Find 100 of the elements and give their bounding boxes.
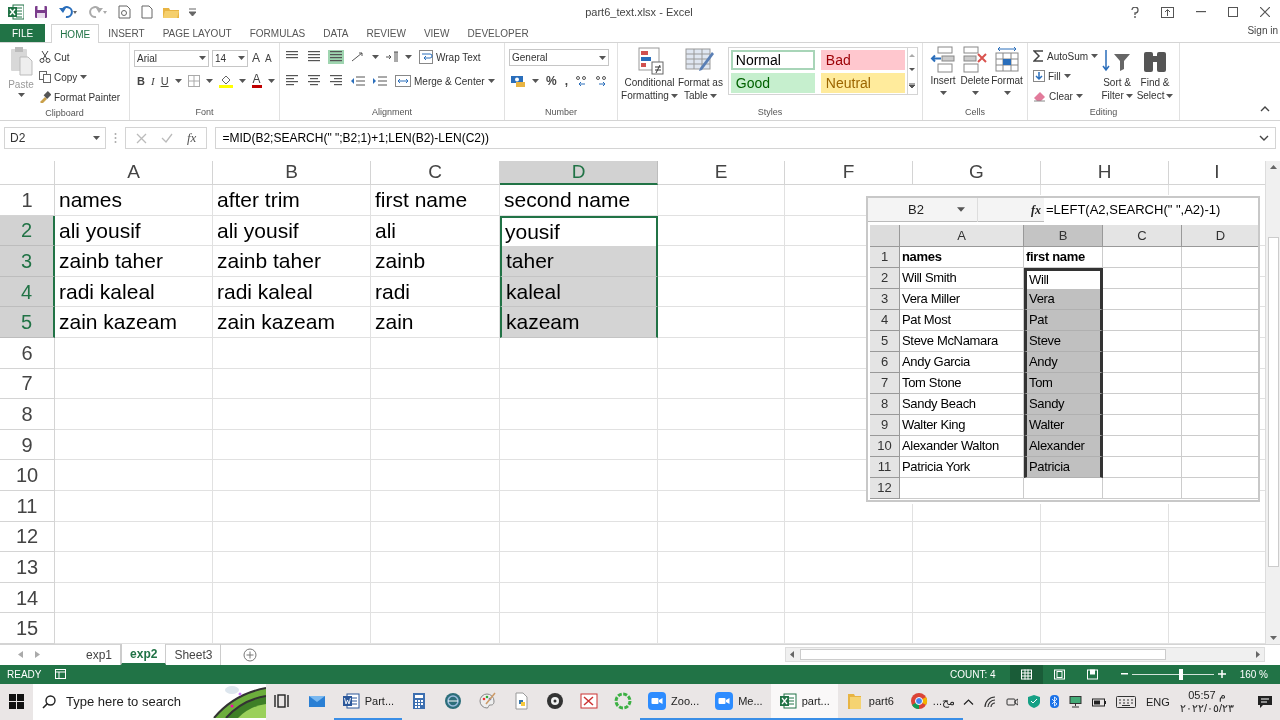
zoom-in-icon[interactable] [1217,670,1226,679]
row-header[interactable]: 6 [0,337,55,369]
redo-icon[interactable] [88,5,108,19]
italic-button[interactable]: I [150,73,155,90]
conditional-formatting-button[interactable]: Conditional Formatting [622,46,677,106]
taskbar-app[interactable]: part6 [837,683,902,720]
empty-cell[interactable] [1041,503,1169,522]
empty-cell[interactable] [500,399,658,430]
print-preview-icon[interactable] [118,5,131,19]
underline-button[interactable]: U [160,73,169,90]
autosum-button[interactable]: AutoSum [1032,46,1100,66]
clear-button[interactable]: Clear [1032,86,1100,106]
ribbon-tab[interactable]: DATA [314,24,358,42]
minimize-icon[interactable] [1196,11,1206,13]
more-styles-icon[interactable] [909,83,916,89]
shrink-font-button[interactable]: A [264,50,273,66]
vertical-scrollbar[interactable] [1265,161,1280,644]
empty-cell[interactable] [500,460,658,491]
ribbon-tab[interactable]: DEVELOPER [458,24,538,42]
empty-cell[interactable] [913,521,1041,553]
wifi-icon[interactable] [984,695,997,708]
add-sheet-icon[interactable] [243,647,258,662]
empty-cell[interactable] [913,613,1041,644]
show-hidden-icons-icon[interactable] [963,698,975,705]
font-color-button[interactable]: A [251,74,262,89]
empty-cell[interactable] [1041,552,1169,583]
insert-button[interactable]: Insert [927,46,959,106]
name-box[interactable]: D2 [4,127,106,149]
table-cell[interactable]: ali yousif [55,215,213,247]
table-cell[interactable]: radi kaleal [213,276,371,308]
accounting-format-icon[interactable] [511,75,526,87]
table-cell[interactable]: first name [371,185,500,216]
empty-cell[interactable] [371,337,500,369]
empty-cell[interactable] [658,399,785,430]
font-size-dropdown[interactable]: 14 [212,49,248,67]
align-middle-icon[interactable] [306,50,322,64]
cell-style-option[interactable]: Normal [730,50,815,70]
column-header[interactable]: F [785,161,913,185]
empty-cell[interactable] [658,490,785,522]
row-header[interactable]: 14 [0,582,55,614]
cell-style-option[interactable]: Neutral [820,73,905,93]
empty-cell[interactable] [913,503,1041,522]
network-monitor-icon[interactable] [1069,695,1083,708]
slider-thumb[interactable] [1178,668,1183,680]
row-header[interactable]: 11 [0,490,55,522]
select-all-corner[interactable] [0,161,55,185]
grow-font-button[interactable]: A [251,49,261,67]
empty-cell[interactable] [371,368,500,400]
borders-icon[interactable] [187,75,200,88]
zoom-slider[interactable] [1131,668,1214,680]
sign-in-link[interactable]: Sign in [1247,23,1280,38]
empty-cell[interactable] [371,552,500,583]
empty-cell[interactable] [500,582,658,614]
table-cell[interactable]: zainb taher [213,246,371,277]
table-cell[interactable]: yousif [500,215,658,247]
save-icon[interactable] [34,5,48,19]
decrease-indent-icon[interactable] [350,75,366,87]
empty-cell[interactable] [658,185,785,216]
scroll-left-icon[interactable] [790,651,794,659]
scroll-down-icon[interactable] [909,68,916,72]
zoom-level[interactable]: 160 % [1225,666,1280,682]
taskbar-app[interactable]: Me... [707,683,771,720]
fill-color-icon[interactable] [218,74,233,89]
table-cell[interactable]: zain kazeam [55,307,213,338]
table-cell[interactable]: ali yousif [213,215,371,247]
empty-cell[interactable] [913,552,1041,583]
row-header[interactable]: 12 [0,521,55,553]
row-header[interactable]: 8 [0,399,55,430]
align-right-icon[interactable] [328,74,344,88]
table-cell[interactable]: radi kaleal [55,276,213,308]
empty-cell[interactable] [785,503,913,522]
empty-cell[interactable] [500,552,658,583]
table-cell[interactable]: kaleal [500,276,658,308]
comma-style-button[interactable]: , [563,72,569,90]
help-icon[interactable] [1131,6,1139,18]
clock-date[interactable]: ٢٠٢٢/٠٥/٢٣ [1179,701,1234,715]
maximize-icon[interactable] [1228,7,1238,17]
cancel-icon[interactable] [136,132,147,144]
empty-cell[interactable] [213,490,371,522]
ribbon-tab[interactable]: FILE [0,24,46,42]
empty-cell[interactable] [500,521,658,553]
cell-style-option[interactable]: Good [730,73,815,93]
empty-cell[interactable] [213,399,371,430]
folder-icon[interactable] [163,6,179,18]
empty-cell[interactable] [658,337,785,369]
increase-decimal-icon[interactable] [575,75,589,87]
empty-cell[interactable] [371,460,500,491]
table-cell[interactable]: second name [500,185,658,216]
keyboard-icon[interactable] [1116,695,1137,708]
empty-cell[interactable] [213,429,371,461]
align-left-icon[interactable] [284,74,300,88]
column-header[interactable]: H [1041,161,1169,185]
scroll-down-icon[interactable] [1269,635,1277,640]
empty-cell[interactable] [1041,582,1169,614]
copy-button[interactable]: Copy [38,67,122,87]
formula-input[interactable]: =MID(B2;SEARCH(" ";B2;1)+1;LEN(B2)-LEN(C2)) [215,127,1276,149]
empty-cell[interactable] [658,429,785,461]
column-header[interactable]: C [371,161,500,185]
merge-center-button[interactable]: Merge & Center [394,71,496,91]
empty-cell[interactable] [371,429,500,461]
